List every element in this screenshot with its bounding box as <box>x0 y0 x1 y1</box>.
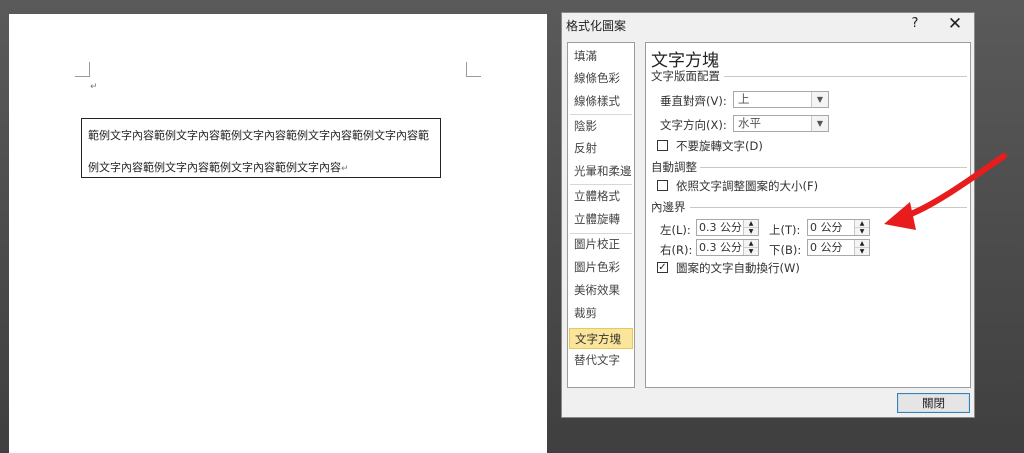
category-alt-text[interactable]: 替代文字 <box>569 350 633 371</box>
category-3d-format[interactable]: 立體格式 <box>569 186 633 207</box>
right-margin-value: 0.3 公分 <box>699 241 742 254</box>
category-3d-rotation[interactable]: 立體旋轉 <box>569 209 633 230</box>
right-margin-label: 右(R): <box>660 243 693 257</box>
category-glow-soft-edges[interactable]: 光暈和柔邊 <box>569 161 633 182</box>
spin-up-icon[interactable]: ▲ <box>744 240 758 248</box>
section-internal-margin: 內邊界 <box>651 200 686 214</box>
spin-up-icon[interactable]: ▲ <box>855 220 869 228</box>
left-margin-value: 0.3 公分 <box>699 221 742 234</box>
top-margin-spinner[interactable]: 0 公分 ▲ ▼ <box>807 219 870 236</box>
chevron-down-icon: ▼ <box>811 116 828 131</box>
spin-down-icon[interactable]: ▼ <box>855 248 869 255</box>
resize-shape-label: 依照文字調整圖案的大小(F) <box>676 179 819 193</box>
category-picture-color[interactable]: 圖片色彩 <box>569 257 633 278</box>
category-separator <box>570 184 632 185</box>
help-button[interactable]: ? <box>905 16 925 31</box>
paragraph-mark: ↵ <box>90 82 98 92</box>
spinner-buttons: ▲ ▼ <box>743 220 758 235</box>
textbox-line-2-text: 例文字內容範例文字內容範例文字內容範例文字內容 <box>88 161 341 174</box>
resize-shape-checkbox[interactable] <box>657 180 668 191</box>
category-artistic-effects[interactable]: 美術效果 <box>569 280 633 301</box>
section-autofit: 自動調整 <box>651 160 697 174</box>
spinner-buttons: ▲ ▼ <box>854 240 869 255</box>
arrow-head <box>884 202 916 230</box>
category-line-style[interactable]: 線條樣式 <box>569 91 633 112</box>
document-page[interactable]: ↵ 範例文字內容範例文字內容範例文字內容範例文字內容範例文字內容範 例文字內容範… <box>9 14 547 453</box>
bottom-margin-spinner[interactable]: 0 公分 ▲ ▼ <box>807 239 870 256</box>
vertical-alignment-select[interactable]: 上 ▼ <box>733 91 829 108</box>
section-text-layout: 文字版面配置 <box>651 69 720 83</box>
text-direction-select[interactable]: 水平 ▼ <box>733 115 829 132</box>
left-margin-spinner[interactable]: 0.3 公分 ▲ ▼ <box>696 219 759 236</box>
arrow-shaft <box>903 153 1007 219</box>
wrap-text-label: 圖案的文字自動換行(W) <box>676 261 800 275</box>
top-margin-label: 上(T): <box>769 223 801 237</box>
text-direction-value: 水平 <box>738 116 761 130</box>
category-line-color[interactable]: 線條色彩 <box>569 68 633 89</box>
wrap-text-checkbox[interactable]: ✓ <box>657 262 668 273</box>
left-margin-label: 左(L): <box>660 223 691 237</box>
category-list: 填滿 線條色彩 線條樣式 陰影 反射 光暈和柔邊 立體格式 立體旋轉 圖片校正 … <box>567 42 635 388</box>
top-margin-value: 0 公分 <box>810 221 843 234</box>
category-separator <box>570 114 632 115</box>
red-arrow-annotation <box>884 153 1007 230</box>
bottom-margin-label: 下(B): <box>769 243 802 257</box>
category-picture-corrections[interactable]: 圖片校正 <box>569 234 633 255</box>
spinner-buttons: ▲ ▼ <box>743 240 758 255</box>
section-divider <box>724 76 967 77</box>
textbox-line-1: 範例文字內容範例文字內容範例文字內容範例文字內容範例文字內容範 <box>88 129 429 142</box>
vertical-alignment-label: 垂直對齊(V): <box>660 94 727 108</box>
dialog-title: 格式化圖案 <box>566 19 627 33</box>
textbox-end-mark: ↵ <box>341 164 349 174</box>
text-box[interactable]: 範例文字內容範例文字內容範例文字內容範例文字內容範例文字內容範 例文字內容範例文… <box>81 118 441 178</box>
close-button[interactable]: 關閉 <box>897 393 970 413</box>
no-rotate-label: 不要旋轉文字(D) <box>676 139 763 153</box>
category-crop[interactable]: 裁剪 <box>569 303 633 324</box>
category-fill[interactable]: 填滿 <box>569 46 633 67</box>
spin-down-icon[interactable]: ▼ <box>855 228 869 235</box>
chevron-down-icon: ▼ <box>811 92 828 107</box>
right-margin-spinner[interactable]: 0.3 公分 ▲ ▼ <box>696 239 759 256</box>
close-icon[interactable]: ✕ <box>944 14 966 34</box>
spin-down-icon[interactable]: ▼ <box>744 228 758 235</box>
vertical-alignment-value: 上 <box>738 92 750 106</box>
text-direction-label: 文字方向(X): <box>660 118 727 132</box>
category-reflection[interactable]: 反射 <box>569 138 633 159</box>
margin-corner-top-left <box>75 62 90 77</box>
spin-up-icon[interactable]: ▲ <box>744 220 758 228</box>
no-rotate-checkbox[interactable] <box>657 140 668 151</box>
bottom-margin-value: 0 公分 <box>810 241 843 254</box>
spinner-buttons: ▲ ▼ <box>854 220 869 235</box>
category-text-box[interactable]: 文字方塊 <box>569 328 633 349</box>
textbox-line-2: 例文字內容範例文字內容範例文字內容範例文字內容↵ <box>88 159 349 175</box>
margin-corner-top-right <box>466 62 481 77</box>
spin-up-icon[interactable]: ▲ <box>855 240 869 248</box>
spin-down-icon[interactable]: ▼ <box>744 248 758 255</box>
category-shadow[interactable]: 陰影 <box>569 116 633 137</box>
